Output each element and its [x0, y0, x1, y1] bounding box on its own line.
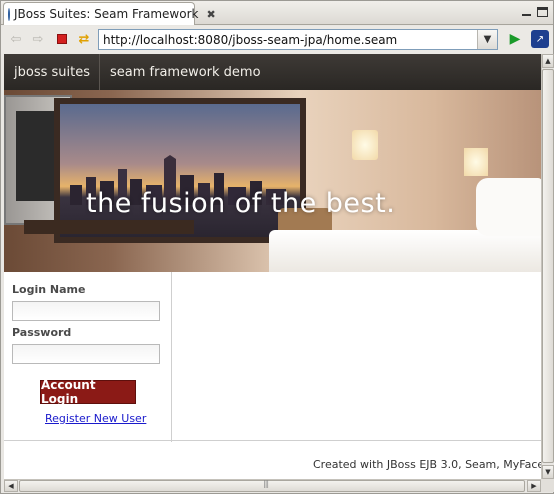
- scroll-right-arrow-icon[interactable]: ▶: [527, 480, 541, 492]
- vertical-scroll-thumb[interactable]: [542, 69, 554, 463]
- scroll-left-arrow-icon[interactable]: ◀: [4, 480, 18, 492]
- horizontal-scrollbar[interactable]: ◀ ▶: [4, 479, 541, 492]
- site-nav: jboss suites seam framework demo: [4, 54, 541, 90]
- navigation-toolbar: ⇦ ⇨ ⇄ ▼ ▶ ↗: [1, 26, 553, 54]
- horizontal-scroll-thumb[interactable]: [19, 479, 525, 492]
- browser-tab[interactable]: JBoss Suites: Seam Framework ✖: [3, 2, 216, 25]
- nav-demo-link[interactable]: seam framework demo: [100, 54, 271, 90]
- login-name-label: Login Name: [12, 283, 86, 296]
- tab-close-icon[interactable]: ✖: [206, 8, 215, 21]
- browser-window: JBoss Suites: Seam Framework ✖ ⇦ ⇨ ⇄ ▼ ▶…: [0, 0, 554, 494]
- account-login-button[interactable]: Account Login: [40, 378, 136, 406]
- hero-bed-image: [269, 230, 541, 272]
- maximize-icon[interactable]: [537, 7, 548, 17]
- login-name-input[interactable]: [12, 301, 160, 321]
- footer-text: Created with JBoss EJB 3.0, Seam, MyFace…: [313, 458, 541, 471]
- url-input[interactable]: [99, 30, 477, 49]
- open-external-icon[interactable]: ↗: [531, 30, 549, 48]
- globe-icon: [8, 7, 10, 21]
- minimize-icon[interactable]: [521, 6, 533, 18]
- hero-tagline: the fusion of the best.: [86, 188, 396, 219]
- footer-divider: [4, 440, 541, 441]
- scrollbar-corner: [541, 479, 554, 492]
- url-dropdown-chevron-down-icon[interactable]: ▼: [477, 30, 497, 49]
- scroll-up-arrow-icon[interactable]: ▲: [542, 54, 554, 68]
- stop-icon[interactable]: [53, 30, 71, 48]
- vertical-scrollbar[interactable]: ▲ ▼: [541, 54, 554, 479]
- hero-desk-image: [24, 220, 194, 234]
- nav-brand-link[interactable]: jboss suites: [4, 54, 100, 90]
- tab-title: JBoss Suites: Seam Framework: [14, 7, 199, 21]
- hero-pillow-image: [476, 178, 541, 236]
- refresh-icon[interactable]: ⇄: [75, 30, 93, 48]
- hero-lamp-image: [352, 130, 378, 160]
- login-panel: Login Name Password Account Login Regist…: [4, 272, 172, 442]
- hero-banner: the fusion of the best.: [4, 90, 541, 272]
- forward-arrow-icon[interactable]: ⇨: [29, 30, 47, 48]
- go-icon[interactable]: ▶: [506, 30, 524, 48]
- scroll-down-arrow-icon[interactable]: ▼: [542, 465, 554, 479]
- password-input[interactable]: [12, 344, 160, 364]
- web-page: jboss suites seam framework demo the fus…: [4, 54, 541, 479]
- hero-lamp-image: [464, 148, 488, 176]
- tab-bar: JBoss Suites: Seam Framework ✖: [1, 1, 553, 25]
- back-arrow-icon[interactable]: ⇦: [7, 30, 25, 48]
- main-content: Login Name Password Account Login Regist…: [4, 272, 541, 442]
- register-new-user-link[interactable]: Register New User: [45, 412, 146, 425]
- address-bar[interactable]: ▼: [98, 29, 498, 50]
- password-label: Password: [12, 326, 72, 339]
